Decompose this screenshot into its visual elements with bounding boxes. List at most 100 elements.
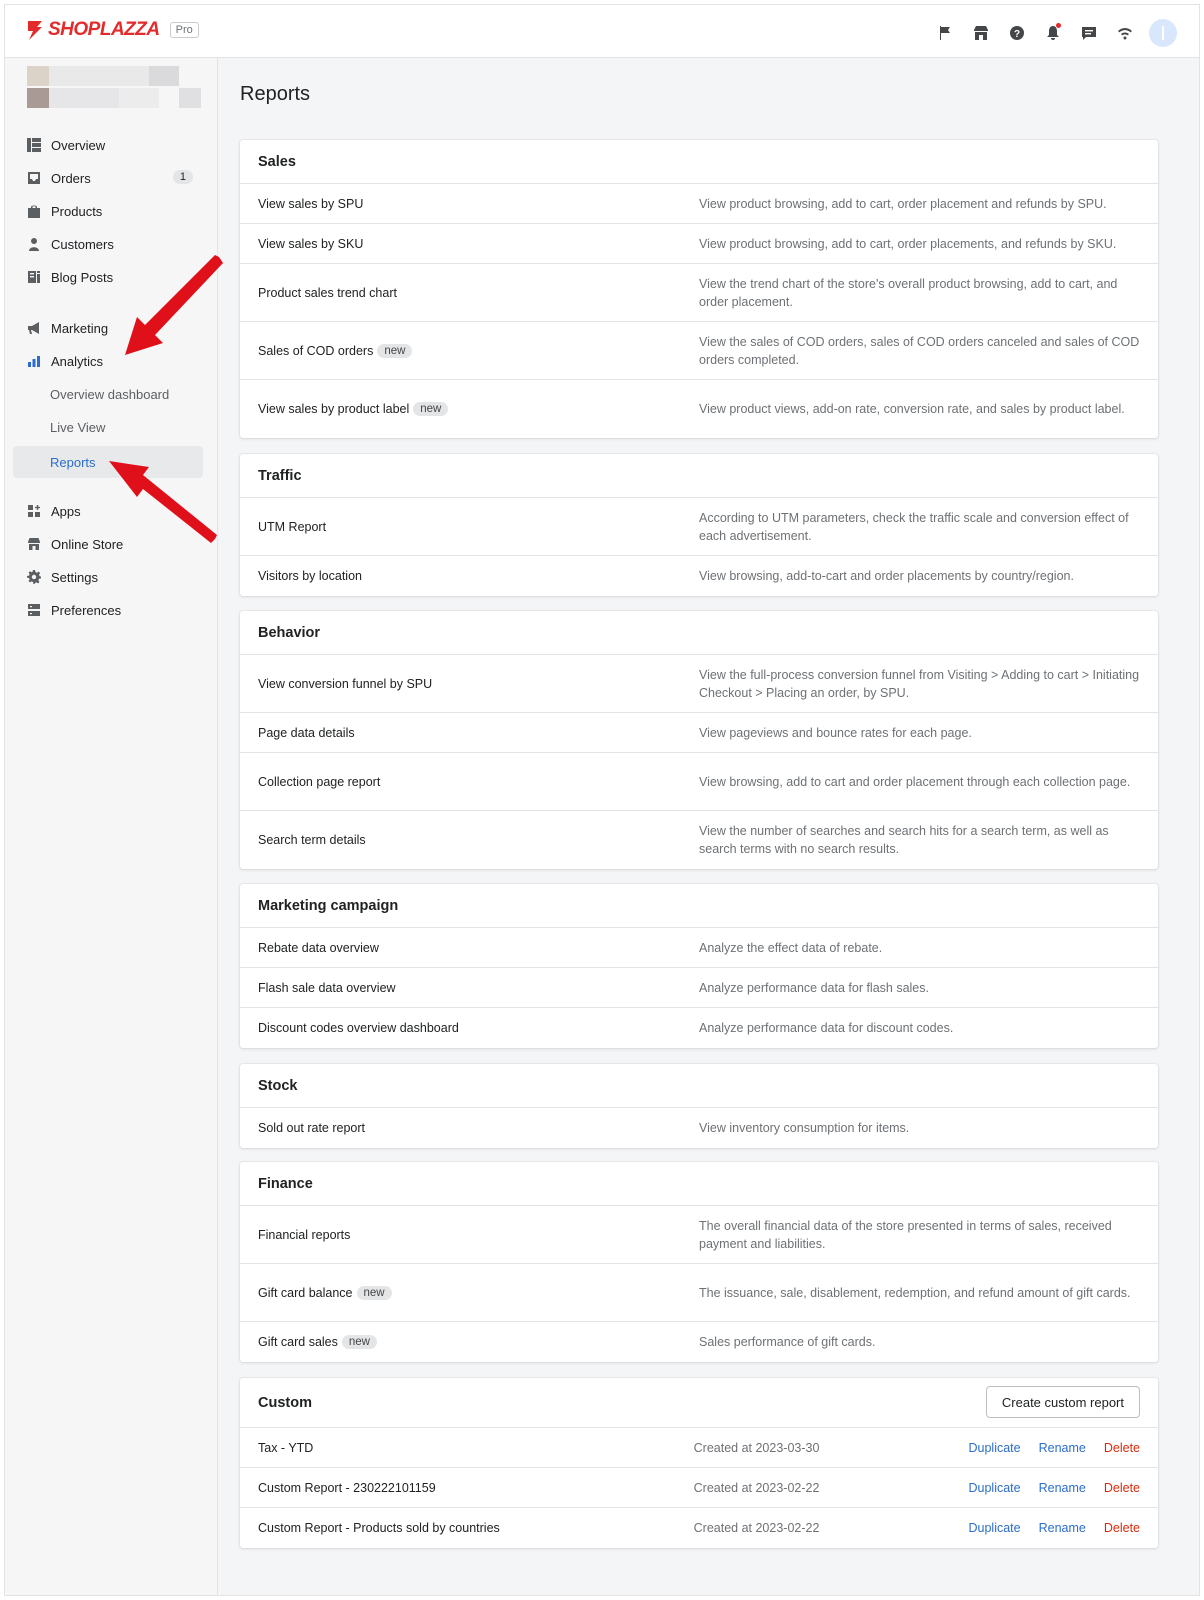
sidebar-item-online-store[interactable]: Online Store	[13, 529, 203, 559]
preferences-icon	[28, 604, 40, 616]
chat-icon[interactable]	[1071, 21, 1107, 45]
app-window: SHOPLAZZA Pro ? Overview Orders 1 Produc…	[4, 4, 1200, 1596]
report-row[interactable]: Search term details View the number of s…	[240, 811, 1158, 869]
help-icon[interactable]: ?	[999, 21, 1035, 45]
page-title: Reports	[240, 83, 311, 105]
report-name: Visitors by location	[258, 569, 362, 583]
create-custom-report-button[interactable]: Create custom report	[985, 1386, 1140, 1418]
report-name: View conversion funnel by SPU	[258, 676, 433, 691]
store-selector[interactable]	[27, 66, 201, 110]
report-card-marketing-campaign: Marketing campaign Rebate data overview …	[240, 884, 1158, 1048]
sidebar-item-overview[interactable]: Overview	[13, 130, 203, 160]
sidebar-item-label: Blog Posts	[51, 269, 114, 285]
created-date: Created at 2023-03-30	[693, 1440, 820, 1455]
sidebar-subitem-reports[interactable]: Reports	[13, 446, 203, 478]
sidebar-item-products[interactable]: Products	[13, 196, 203, 226]
delete-button[interactable]: Delete	[1104, 1481, 1140, 1495]
sidebar-item-customers[interactable]: Customers	[13, 229, 203, 259]
report-name: Financial reports	[258, 1227, 351, 1242]
sidebar-item-label: Products	[51, 203, 103, 219]
duplicate-button[interactable]: Duplicate	[968, 1521, 1020, 1535]
brand-logo[interactable]: SHOPLAZZA Pro	[25, 19, 199, 41]
report-description: View the trend chart of the store's over…	[699, 276, 1118, 309]
report-name: Custom Report - 230222101159	[258, 1480, 436, 1495]
report-row[interactable]: Sold out rate report View inventory cons…	[240, 1108, 1158, 1148]
sidebar-item-settings[interactable]: Settings	[13, 562, 203, 592]
rename-button[interactable]: Rename	[1039, 1481, 1086, 1495]
duplicate-button[interactable]: Duplicate	[968, 1481, 1020, 1495]
report-card-behavior: Behavior View conversion funnel by SPU V…	[240, 611, 1158, 869]
custom-report-row[interactable]: Tax - YTD Created at 2023-03-30 Duplicat…	[240, 1428, 1158, 1468]
report-name: Sold out rate report	[258, 1121, 366, 1135]
report-description: View pageviews and bounce rates for each…	[699, 725, 972, 740]
sidebar-subitem-live-view[interactable]: Live View	[13, 412, 203, 442]
rename-button[interactable]: Rename	[1039, 1441, 1086, 1455]
report-row[interactable]: View sales by SPU View product browsing,…	[240, 184, 1158, 224]
custom-report-row[interactable]: Custom Report - Products sold by countri…	[240, 1508, 1158, 1548]
card-title: Behavior	[240, 611, 1158, 655]
card-title: Stock	[240, 1064, 1158, 1108]
sidebar-subitem-overview-dashboard[interactable]: Overview dashboard	[13, 379, 203, 409]
report-description: View browsing, add to cart and order pla…	[699, 774, 1131, 789]
sidebar-item-blog-posts[interactable]: Blog Posts	[13, 262, 203, 292]
report-description: According to UTM parameters, check the t…	[699, 510, 1129, 543]
duplicate-button[interactable]: Duplicate	[968, 1441, 1020, 1455]
report-name: Gift card balance	[258, 1285, 353, 1300]
card-title: Custom	[258, 1394, 312, 1411]
report-row[interactable]: Rebate data overview Analyze the effect …	[240, 928, 1158, 968]
report-card-traffic: Traffic UTM Report According to UTM para…	[240, 454, 1158, 596]
sidebar-item-label: Online Store	[51, 536, 124, 552]
settings-icon	[27, 570, 41, 584]
sidebar-item-label: Orders	[51, 170, 91, 186]
brand-name: SHOPLAZZA	[48, 19, 160, 40]
rename-button[interactable]: Rename	[1039, 1521, 1086, 1535]
report-name: Custom Report - Products sold by countri…	[258, 1521, 500, 1535]
report-card-custom: Custom Create custom report Tax - YTD Cr…	[240, 1378, 1158, 1548]
flag-icon[interactable]	[927, 21, 963, 45]
report-row[interactable]: Gift card balance new The issuance, sale,…	[240, 1264, 1158, 1322]
created-date: Created at 2023-02-22	[693, 1480, 820, 1495]
card-title: Marketing campaign	[240, 884, 1158, 928]
report-name: View sales by SKU	[258, 236, 364, 251]
orders-icon	[28, 172, 40, 184]
report-row[interactable]: Sales of COD orders new View the sales of…	[240, 322, 1158, 380]
sidebar-item-label: Customers	[51, 236, 114, 252]
report-row[interactable]: Visitors by location View browsing, add-…	[240, 556, 1158, 596]
report-description: View the full-process conversion funnel …	[699, 667, 1140, 700]
report-row[interactable]: Flash sale data overview Analyze perform…	[240, 968, 1158, 1008]
store-icon[interactable]	[963, 21, 999, 45]
report-description: View product browsing, add to cart, orde…	[699, 196, 1107, 211]
overview-icon	[27, 138, 41, 152]
new-badge: new	[413, 402, 449, 416]
sidebar-item-label: Analytics	[51, 353, 104, 369]
report-description: View inventory consumption for items.	[699, 1121, 910, 1135]
sidebar-item-marketing[interactable]: Marketing	[13, 313, 203, 343]
report-row[interactable]: UTM Report According to UTM parameters, …	[240, 498, 1158, 556]
bell-icon[interactable]	[1035, 21, 1071, 45]
avatar[interactable]	[1149, 19, 1177, 47]
report-name: Flash sale data overview	[258, 980, 396, 995]
report-row[interactable]: View sales by SKU View product browsing,…	[240, 224, 1158, 264]
plan-badge: Pro	[169, 22, 199, 38]
report-row[interactable]: Financial reports The overall financial …	[240, 1206, 1158, 1264]
sidebar-item-orders[interactable]: Orders 1	[13, 163, 203, 193]
online-store-icon	[28, 538, 40, 550]
sidebar-item-apps[interactable]: Apps	[13, 496, 203, 526]
report-row[interactable]: Product sales trend chart View the trend…	[240, 264, 1158, 322]
report-row[interactable]: Gift card sales new Sales performance of …	[240, 1322, 1158, 1362]
delete-button[interactable]: Delete	[1104, 1521, 1140, 1535]
report-row[interactable]: View sales by product label new View prod…	[240, 380, 1158, 438]
report-row[interactable]: Collection page report View browsing, ad…	[240, 753, 1158, 811]
custom-report-row[interactable]: Custom Report - 230222101159 Created at …	[240, 1468, 1158, 1508]
delete-button[interactable]: Delete	[1104, 1441, 1140, 1455]
report-row[interactable]: Discount codes overview dashboard Analyz…	[240, 1008, 1158, 1048]
report-row[interactable]: View conversion funnel by SPU View the f…	[240, 655, 1158, 713]
report-description: Analyze performance data for flash sales…	[699, 980, 929, 995]
report-row[interactable]: Page data details View pageviews and bou…	[240, 713, 1158, 753]
sidebar-item-analytics[interactable]: Analytics	[13, 346, 203, 376]
report-name: Page data details	[258, 725, 355, 740]
customers-icon	[29, 238, 39, 251]
report-name: Product sales trend chart	[258, 285, 397, 300]
wifi-icon[interactable]	[1107, 21, 1143, 45]
sidebar-item-preferences[interactable]: Preferences	[13, 595, 203, 625]
